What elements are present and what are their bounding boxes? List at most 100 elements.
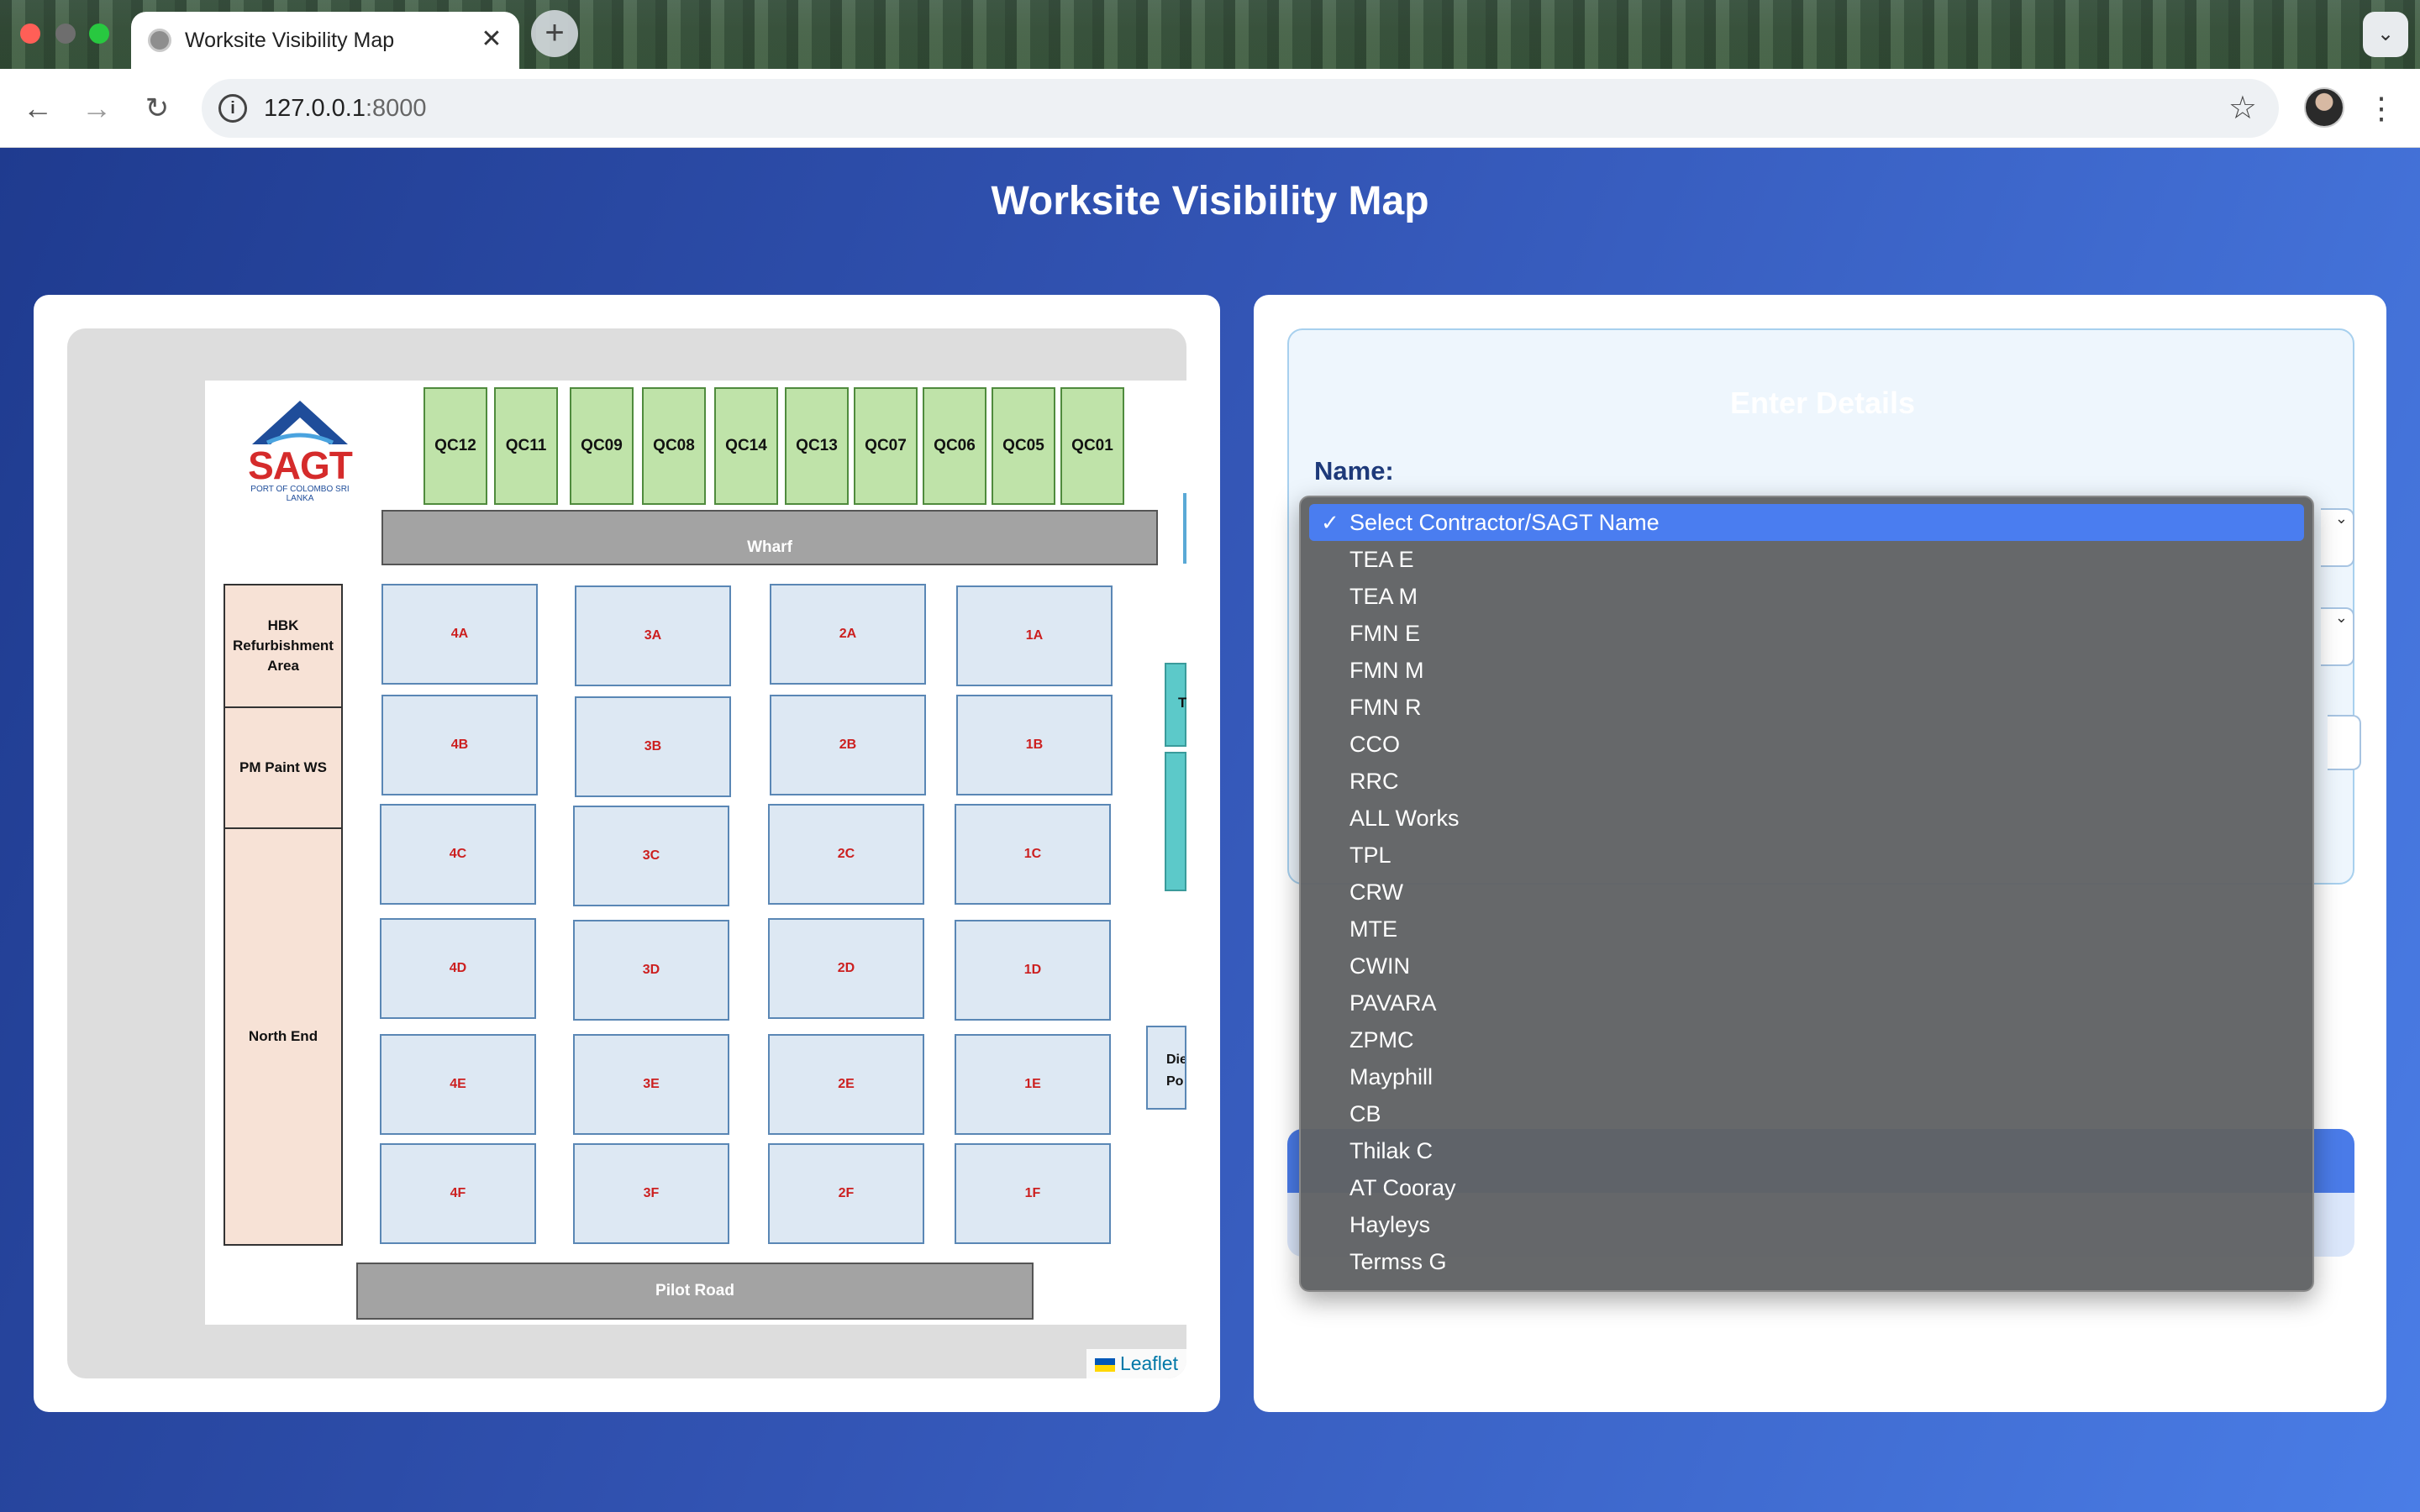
yard-block-1a[interactable]: 1A [956,585,1113,686]
dropdown-option[interactable]: CWIN [1309,948,2304,984]
yard-block-2f[interactable]: 2F [768,1143,924,1244]
forward-button[interactable]: → [76,87,118,129]
pilot-road[interactable]: Pilot Road [356,1263,1034,1320]
new-tab-button[interactable]: + [531,10,578,57]
leaflet-attribution[interactable]: Leaflet [1086,1349,1186,1378]
dropdown-option[interactable]: MTE [1309,911,2304,948]
dropdown-option[interactable]: RRC [1309,763,2304,800]
ukraine-flag-icon [1094,1358,1115,1372]
yard-block-3b[interactable]: 3B [575,696,731,797]
dropdown-option[interactable]: TEA E [1309,541,2304,578]
yard-block-4c[interactable]: 4C [380,804,536,905]
profile-avatar[interactable] [2304,87,2344,128]
yard-block-2b[interactable]: 2B [770,695,926,795]
browser-tab-bar: Worksite Visibility Map ✕ + ⌄ [0,0,2420,69]
page-title: Worksite Visibility Map [991,179,1429,223]
dropdown-option[interactable]: TPL [1309,837,2304,874]
quay-crane-qc12[interactable]: QC12 [424,387,487,505]
quay-crane-qc08[interactable]: QC08 [642,387,706,505]
dropdown-option-placeholder[interactable]: ✓ Select Contractor/SAGT Name [1309,504,2304,541]
reload-button[interactable]: ↻ [136,87,178,129]
close-window-button[interactable] [20,24,40,44]
dropdown-option[interactable]: FMN E [1309,615,2304,652]
browser-toolbar: ← → ↻ i 127.0.0.1:8000 ☆ ⋮ [0,69,2420,148]
dropdown-option[interactable]: AT Cooray [1309,1169,2304,1206]
bookmark-star-icon[interactable]: ☆ [2228,89,2257,127]
map-viewport[interactable]: SAGT PORT OF COLOMBO SRI LANKA QC12 QC11… [67,328,1186,1378]
name-select-dropdown[interactable]: ✓ Select Contractor/SAGT Name TEA E TEA M… [1299,496,2314,1292]
yard-block-2a[interactable]: 2A [770,584,926,685]
dropdown-option[interactable]: FMN R [1309,689,2304,726]
yard-block-2e[interactable]: 2E [768,1034,924,1135]
zone-north-end[interactable]: North End [224,827,343,1246]
url-port: :8000 [365,95,427,122]
yard-block-3d[interactable]: 3D [573,920,729,1021]
yard-block-2c[interactable]: 2C [768,804,924,905]
browser-tab[interactable]: Worksite Visibility Map ✕ [131,12,519,69]
dropdown-option[interactable]: Hayleys [1309,1206,2304,1243]
name-select-edge[interactable]: ⌄ [2321,508,2354,567]
yard-block-4e[interactable]: 4E [380,1034,536,1135]
dropdown-option[interactable]: ALL Works [1309,800,2304,837]
yard-block-1d[interactable]: 1D [955,920,1111,1021]
yard-block-4a[interactable]: 4A [381,584,538,685]
wharf[interactable]: Wharf [381,510,1158,565]
teal-area-lower[interactable] [1165,752,1186,891]
minimize-window-button[interactable] [55,24,76,44]
address-bar[interactable]: i 127.0.0.1:8000 ☆ [202,79,2279,138]
worksite-map-image[interactable]: SAGT PORT OF COLOMBO SRI LANKA QC12 QC11… [205,381,1186,1325]
map-card: SAGT PORT OF COLOMBO SRI LANKA QC12 QC11… [34,295,1220,1412]
text-field-edge[interactable] [2328,715,2361,770]
quay-crane-qc06[interactable]: QC06 [923,387,986,505]
diesel-point-box[interactable]: Die Po [1146,1026,1186,1110]
quay-crane-qc11[interactable]: QC11 [494,387,558,505]
dropdown-option[interactable]: Mayphill [1309,1058,2304,1095]
yard-block-3e[interactable]: 3E [573,1034,729,1135]
yard-block-2d[interactable]: 2D [768,918,924,1019]
quay-crane-qc05[interactable]: QC05 [992,387,1055,505]
dropdown-option[interactable]: FMN M [1309,652,2304,689]
yard-block-1f[interactable]: 1F [955,1143,1111,1244]
globe-icon [148,29,171,52]
yard-block-4b[interactable]: 4B [381,695,538,795]
diesel-label-line2: Po [1166,1074,1184,1089]
yard-block-4d[interactable]: 4D [380,918,536,1019]
second-select-edge[interactable]: ⌄ [2321,607,2354,666]
dropdown-option[interactable]: CB [1309,1095,2304,1132]
dropdown-option[interactable]: Termss G [1309,1243,2304,1280]
dropdown-option[interactable]: TEA M [1309,578,2304,615]
dropdown-option-label: Select Contractor/SAGT Name [1349,510,1660,535]
yard-block-1c[interactable]: 1C [955,804,1111,905]
sagt-logo: SAGT PORT OF COLOMBO SRI LANKA [237,397,363,503]
yard-block-3f[interactable]: 3F [573,1143,729,1244]
quay-crane-qc13[interactable]: QC13 [785,387,849,505]
quay-crane-qc07[interactable]: QC07 [854,387,918,505]
logo-text: SAGT [248,444,353,487]
site-info-icon[interactable]: i [218,94,247,123]
quay-crane-qc01[interactable]: QC01 [1060,387,1124,505]
back-button[interactable]: ← [17,87,59,129]
yard-block-1b[interactable]: 1B [956,695,1113,795]
yard-block-3a[interactable]: 3A [575,585,731,686]
browser-menu-button[interactable]: ⋮ [2366,86,2396,131]
dropdown-option[interactable]: CRW [1309,874,2304,911]
leaflet-attribution-link[interactable]: Leaflet [1120,1352,1178,1374]
quay-crane-qc09[interactable]: QC09 [570,387,634,505]
tab-close-button[interactable]: ✕ [477,25,506,54]
yard-block-3c[interactable]: 3C [573,806,729,906]
dropdown-option[interactable]: CCO [1309,726,2304,763]
url-host: 127.0.0.1 [264,95,366,122]
zone-hbk-refurbishment[interactable]: HBK Refurbishment Area [224,584,343,708]
dropdown-option[interactable]: PAVARA [1309,984,2304,1021]
zone-pm-paint-ws[interactable]: PM Paint WS [224,706,343,829]
dropdown-option[interactable]: Thilak C [1309,1132,2304,1169]
yard-block-1e[interactable]: 1E [955,1034,1111,1135]
logo-roof-icon [252,401,348,445]
yard-block-4f[interactable]: 4F [380,1143,536,1244]
teal-area-label: T [1178,695,1186,711]
maximize-window-button[interactable] [89,24,109,44]
map-edge-structure [1183,493,1186,564]
quay-crane-qc14[interactable]: QC14 [714,387,778,505]
dropdown-option[interactable]: ZPMC [1309,1021,2304,1058]
tab-search-button[interactable]: ⌄ [2363,12,2408,57]
